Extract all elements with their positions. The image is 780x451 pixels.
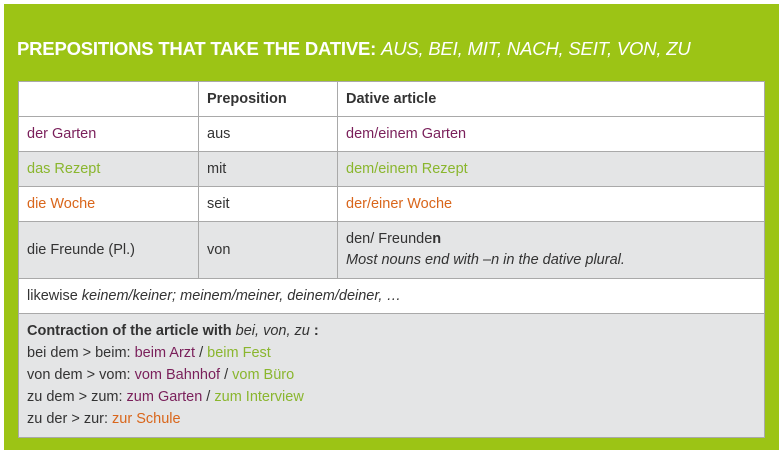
article-cell: dem/einem Garten bbox=[337, 116, 765, 152]
contraction-example: vom Büro bbox=[232, 367, 295, 383]
contraction-cell: Contraction of the article with bei, von… bbox=[18, 313, 765, 438]
likewise-row: likewise keinem/keiner; meinem/meiner, d… bbox=[18, 278, 765, 314]
page-title: Prepositions that take the dative: aus, … bbox=[17, 38, 691, 60]
contraction-title-end: : bbox=[309, 323, 319, 339]
contraction-example: zur Schule bbox=[112, 411, 181, 427]
article-cell: dem/einem Rezept bbox=[337, 151, 765, 187]
article-cell: der/einer Woche bbox=[337, 186, 765, 222]
likewise-prefix: likewise bbox=[27, 288, 82, 304]
noun-cell: das Rezept bbox=[18, 151, 199, 187]
title-prepositions: aus, bei, mit, nach, seit, von, zu bbox=[381, 38, 691, 59]
preposition-cell: mit bbox=[198, 151, 338, 187]
article-ending: n bbox=[432, 231, 442, 247]
table-header-row: Preposition Dative article bbox=[18, 81, 765, 117]
header-dative-article: Dative article bbox=[337, 81, 765, 117]
noun-cell: der Garten bbox=[18, 116, 199, 152]
title-bold: Prepositions that take the dative: bbox=[17, 38, 377, 59]
table-row: die Freunde (Pl.) von den/ Freunden Most… bbox=[18, 221, 765, 279]
separator: / bbox=[195, 345, 208, 361]
contraction-rule: von dem > vom: bbox=[27, 367, 135, 383]
contraction-example: zum Garten bbox=[126, 389, 203, 405]
separator: / bbox=[220, 367, 233, 383]
table-row: der Garten aus dem/einem Garten bbox=[18, 116, 765, 152]
table-row: das Rezept mit dem/einem Rezept bbox=[18, 151, 765, 187]
contraction-line: zu der > zur: zur Schule bbox=[27, 408, 756, 430]
contraction-title: Contraction of the article with bei, von… bbox=[27, 320, 756, 342]
contraction-example: beim Fest bbox=[207, 345, 271, 361]
contraction-line: zu dem > zum: zum Garten / zum Interview bbox=[27, 386, 756, 408]
contraction-example: beim Arzt bbox=[134, 345, 196, 361]
contraction-rule: zu dem > zum: bbox=[27, 389, 127, 405]
article-text: den/ Freunde bbox=[346, 231, 433, 247]
contraction-example: zum Interview bbox=[214, 389, 304, 405]
preposition-cell: seit bbox=[198, 186, 338, 222]
contraction-example: vom Bahnhof bbox=[134, 367, 221, 383]
contraction-title-prepositions: bei, von, zu bbox=[235, 323, 310, 339]
header-preposition: Preposition bbox=[198, 81, 338, 117]
preposition-cell: von bbox=[198, 221, 338, 279]
contraction-row: Contraction of the article with bei, von… bbox=[18, 313, 765, 438]
header-empty bbox=[18, 81, 199, 117]
contraction-line: bei dem > beim: beim Arzt / beim Fest bbox=[27, 342, 756, 364]
contraction-line: von dem > vom: vom Bahnhof / vom Büro bbox=[27, 364, 756, 386]
likewise-cell: likewise keinem/keiner; meinem/meiner, d… bbox=[18, 278, 765, 314]
panel-notch bbox=[651, 0, 780, 4]
plural-note: Most nouns end with –n in the dative plu… bbox=[346, 252, 625, 268]
likewise-examples: keinem/keiner; meinem/meiner, deinem/dei… bbox=[81, 288, 401, 304]
contraction-title-bold: Contraction of the article with bbox=[27, 323, 236, 339]
separator: / bbox=[202, 389, 215, 405]
preposition-cell: aus bbox=[198, 116, 338, 152]
contraction-rule: zu der > zur: bbox=[27, 411, 113, 427]
noun-cell: die Woche bbox=[18, 186, 199, 222]
noun-cell: die Freunde (Pl.) bbox=[18, 221, 199, 279]
article-cell: den/ Freunden Most nouns end with –n in … bbox=[337, 221, 765, 279]
contraction-rule: bei dem > beim: bbox=[27, 345, 135, 361]
table-row: die Woche seit der/einer Woche bbox=[18, 186, 765, 222]
dative-table: Preposition Dative article der Garten au… bbox=[18, 81, 765, 438]
